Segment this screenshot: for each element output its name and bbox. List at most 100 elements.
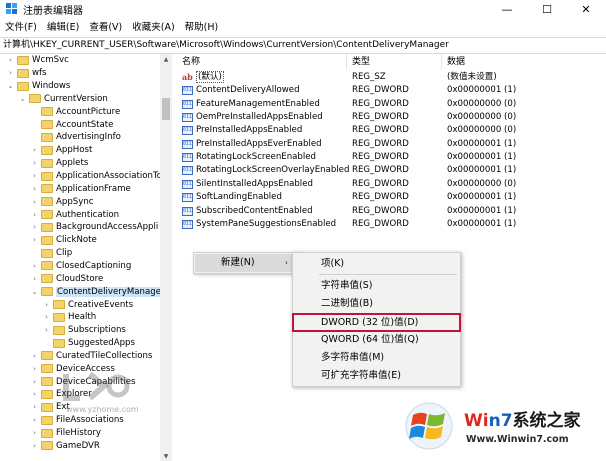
context-menu-new[interactable]: 新建(N) ›: [195, 254, 297, 272]
expand-chevron-icon[interactable]: ›: [30, 377, 39, 386]
tree-item[interactable]: › wfs: [6, 67, 46, 80]
menu-help[interactable]: 帮助(H): [180, 19, 224, 36]
scroll-down-icon[interactable]: ▼: [160, 451, 172, 461]
tree-item[interactable]: › CreativeEvents: [42, 298, 133, 311]
tree-item-label: CreativeEvents: [68, 299, 134, 310]
tree-item[interactable]: › ApplicationAssociationTo: [30, 170, 162, 183]
tree-item[interactable]: AccountPicture: [30, 105, 120, 118]
menu-edit[interactable]: 编辑(E): [42, 19, 84, 36]
collapse-chevron-icon[interactable]: ⌄: [6, 82, 15, 91]
value-row[interactable]: 011 FeatureManagementEnabled REG_DWORD 0x00…: [176, 98, 606, 111]
tree-item[interactable]: › Subscriptions: [42, 324, 126, 337]
scroll-up-icon[interactable]: ▲: [160, 54, 172, 64]
value-row[interactable]: 011 SystemPaneSuggestionsEnabled REG_DWORD…: [176, 218, 606, 231]
menu-bar: 文件(F) 编辑(E) 查看(V) 收藏夹(A) 帮助(H): [0, 19, 606, 36]
submenu-item[interactable]: DWORD (32 位)值(D): [292, 313, 461, 332]
submenu-item[interactable]: 字符串值(S): [293, 277, 460, 294]
tree-item[interactable]: Clip: [30, 247, 72, 260]
submenu-arrow-icon: ›: [285, 259, 288, 267]
tree-item[interactable]: › Health: [42, 311, 96, 324]
expand-chevron-icon[interactable]: ›: [30, 197, 39, 206]
binary-value-icon: 011: [182, 153, 193, 163]
tree-item-label: Authentication: [56, 209, 120, 220]
value-row[interactable]: 011 PreInstalledAppsEnabled REG_DWORD 0x000…: [176, 124, 606, 137]
expand-chevron-icon[interactable]: ›: [6, 69, 15, 78]
expand-chevron-icon[interactable]: ›: [30, 351, 39, 360]
submenu-item[interactable]: 二进制值(B): [293, 295, 460, 312]
column-header-data[interactable]: 数据: [447, 54, 465, 70]
minimize-button[interactable]: —: [487, 0, 527, 18]
tree-item[interactable]: ⌄ CurrentVersion: [18, 93, 108, 106]
expand-chevron-icon[interactable]: ›: [30, 364, 39, 373]
tree-item[interactable]: SuggestedApps: [42, 337, 135, 350]
column-header-type[interactable]: 类型: [352, 54, 370, 70]
tree-item[interactable]: › FileHistory: [30, 427, 101, 440]
collapse-chevron-icon[interactable]: ⌄: [30, 287, 39, 296]
value-row[interactable]: 011 SoftLandingEnabled REG_DWORD 0x00000001…: [176, 191, 606, 204]
tree-item[interactable]: › GameDVR: [30, 440, 100, 453]
value-row[interactable]: 011 PreInstalledAppsEverEnabled REG_DWORD 0…: [176, 138, 606, 151]
expand-chevron-icon[interactable]: ›: [30, 403, 39, 412]
address-bar[interactable]: 计算机\HKEY_CURRENT_USER\Software\Microsoft…: [0, 37, 606, 54]
scroll-thumb[interactable]: [162, 98, 170, 120]
tree-scrollbar[interactable]: ▲ ▼: [160, 54, 172, 461]
expand-chevron-icon[interactable]: ›: [30, 416, 39, 425]
collapse-chevron-icon[interactable]: ⌄: [18, 94, 27, 103]
tree-item[interactable]: › CloudStore: [30, 272, 103, 285]
value-row[interactable]: 011 OemPreInstalledAppsEnabled REG_DWORD 0x…: [176, 111, 606, 124]
tree-item[interactable]: › WcmSvc: [6, 54, 69, 67]
folder-icon: [41, 415, 53, 425]
tree-item[interactable]: › Applets: [30, 157, 88, 170]
value-name: PreInstalledAppsEnabled: [196, 125, 303, 136]
expand-chevron-icon[interactable]: ›: [30, 236, 39, 245]
value-row[interactable]: 011 SubscribedContentEnabled REG_DWORD 0x00…: [176, 205, 606, 218]
tree-item[interactable]: › ApplicationFrame: [30, 183, 131, 196]
menu-favorites[interactable]: 收藏夹(A): [127, 19, 179, 36]
expand-chevron-icon[interactable]: ›: [30, 184, 39, 193]
close-button[interactable]: ✕: [566, 0, 606, 18]
expand-chevron-icon[interactable]: ›: [30, 172, 39, 181]
value-row[interactable]: 011 RotatingLockScreenEnabled REG_DWORD 0x0…: [176, 151, 606, 164]
tree-item[interactable]: AccountState: [30, 118, 113, 131]
expand-chevron-icon[interactable]: ›: [30, 390, 39, 399]
value-row[interactable]: 011 ContentDeliveryAllowed REG_DWORD 0x0000…: [176, 84, 606, 97]
value-name: SystemPaneSuggestionsEnabled: [196, 218, 337, 229]
expand-chevron-icon[interactable]: ›: [42, 313, 51, 322]
submenu-item[interactable]: QWORD (64 位)值(Q): [293, 331, 460, 348]
expand-chevron-icon[interactable]: ›: [30, 210, 39, 219]
tree-item[interactable]: › AppHost: [30, 144, 92, 157]
expand-chevron-icon[interactable]: ›: [30, 146, 39, 155]
value-row[interactable]: ab (默认) REG_SZ (数值未设置): [176, 71, 606, 84]
folder-icon: [41, 261, 53, 271]
expand-chevron-icon[interactable]: ›: [30, 261, 39, 270]
expand-chevron-icon[interactable]: ›: [30, 274, 39, 283]
tree-item[interactable]: › ClickNote: [30, 234, 97, 247]
tree-item[interactable]: AdvertisingInfo: [30, 131, 121, 144]
maximize-button[interactable]: ☐: [527, 0, 567, 18]
value-row[interactable]: 011 RotatingLockScreenOverlayEnabled REG_D…: [176, 164, 606, 177]
column-header-name[interactable]: 名称: [182, 54, 200, 70]
tree-item-label: AppSync: [56, 196, 94, 207]
tree-item[interactable]: ⌄ Windows: [6, 80, 71, 93]
tree-item[interactable]: › BackgroundAccessAppli: [30, 221, 158, 234]
tree-item[interactable]: › AppSync: [30, 195, 94, 208]
expand-chevron-icon[interactable]: ›: [30, 159, 39, 168]
submenu-item-label: QWORD (64 位)值(Q): [321, 334, 419, 345]
expand-chevron-icon[interactable]: ›: [6, 56, 15, 65]
menu-view[interactable]: 查看(V): [84, 19, 127, 36]
expand-chevron-icon[interactable]: ›: [30, 429, 39, 438]
tree-item[interactable]: › FileAssociations: [30, 414, 124, 427]
expand-chevron-icon[interactable]: ›: [30, 441, 39, 450]
expand-chevron-icon[interactable]: ›: [30, 223, 39, 232]
tree-item[interactable]: › Authentication: [30, 208, 119, 221]
tree-item[interactable]: ⌄ ContentDeliveryManager: [30, 285, 166, 298]
submenu-item[interactable]: 多字符串值(M): [293, 349, 460, 366]
value-row[interactable]: 011 SilentInstalledAppsEnabled REG_DWORD 0x…: [176, 178, 606, 191]
menu-file[interactable]: 文件(F): [0, 19, 42, 36]
expand-chevron-icon[interactable]: ›: [42, 326, 51, 335]
tree-item[interactable]: › ClosedCaptioning: [30, 260, 131, 273]
tree-item[interactable]: › CuratedTileCollections: [30, 350, 152, 363]
expand-chevron-icon[interactable]: ›: [42, 300, 51, 309]
submenu-item[interactable]: 可扩充字符串值(E): [293, 367, 460, 384]
submenu-item[interactable]: 项(K): [293, 255, 460, 272]
